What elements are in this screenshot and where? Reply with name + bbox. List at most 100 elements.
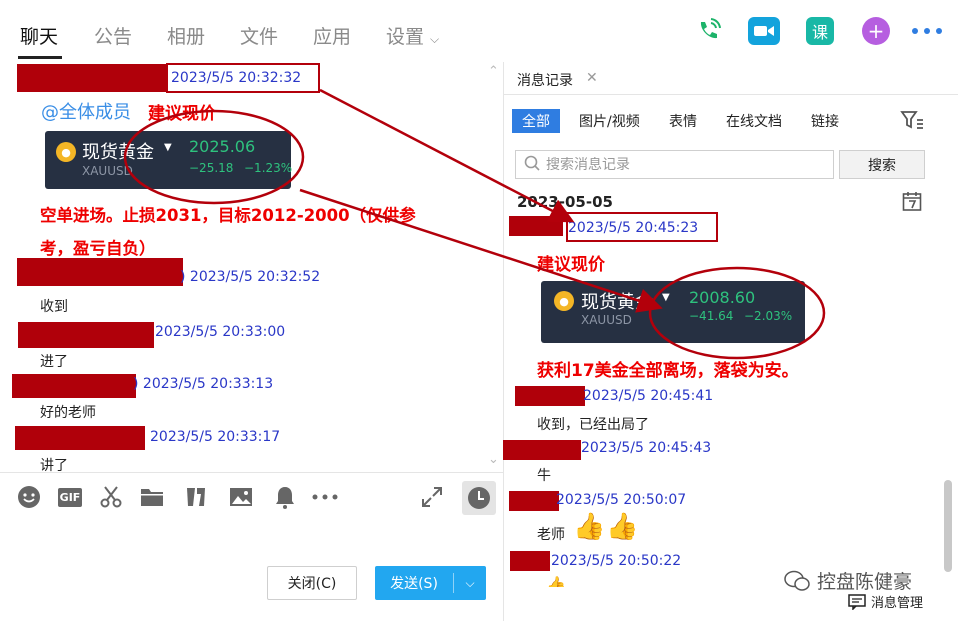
message-text: 收到 [40, 299, 68, 315]
name-fragment: ) [180, 269, 186, 285]
message-text: 收到，已经出局了 [537, 417, 649, 433]
quote-code: XAUUSD [82, 164, 133, 178]
redacted-name [15, 426, 145, 450]
mention-all[interactable]: @全体成员 [41, 98, 131, 124]
message-timestamp: 2023/5/5 20:33:00 [155, 324, 286, 340]
message-management-label: 消息管理 [871, 596, 924, 611]
scroll-up-icon[interactable]: ⌃ [488, 64, 499, 79]
search-input[interactable] [546, 156, 806, 173]
annotation-headline: 建议现价 [148, 104, 216, 124]
message-text: 牛 [537, 468, 551, 484]
chat-bubble-icon [848, 593, 866, 610]
bell-icon[interactable] [272, 484, 298, 510]
close-icon[interactable]: ✕ [586, 70, 598, 86]
wechat-icon [784, 570, 810, 591]
message-text: 进了 [40, 354, 68, 370]
message-timestamp: 2023/5/5 20:45:41 [583, 388, 714, 404]
message-text: 老师 [537, 527, 565, 543]
message-timestamp: 2023/5/5 20:45:43 [581, 440, 712, 456]
message-timestamp: 2023/5/5 20:45:23 [568, 220, 699, 236]
filter-links[interactable]: 链接 [811, 109, 839, 133]
search-icon [524, 155, 540, 175]
tab-settings-label: 设置 [386, 26, 425, 48]
filter-images-videos[interactable]: 图片/视频 [579, 109, 640, 133]
tab-album[interactable]: 相册 [167, 22, 205, 49]
message-timestamp: 2023/5/5 20:32:32 [171, 70, 302, 86]
tab-apps[interactable]: 应用 [313, 22, 351, 49]
search-field[interactable] [515, 150, 834, 179]
quote-name: 现货黄金 [581, 292, 653, 313]
name-fragment: ) [133, 376, 139, 392]
scissors-icon[interactable] [98, 484, 124, 510]
emoji-icon[interactable] [16, 484, 42, 510]
top-bar: 聊天 公告 相册 文件 应用 设置 ⌵ 课 + [0, 0, 958, 62]
thumbs-up-icon: 👍 [573, 512, 606, 542]
redacted-name [509, 491, 559, 511]
thumbs-up-icon: 👍 [606, 512, 639, 542]
gold-coin-icon: ● [554, 291, 574, 311]
send-button[interactable]: 发送(S) ⌵ [375, 566, 486, 600]
quote-percent: −2.03% [744, 309, 793, 323]
filter-funnel-icon[interactable] [900, 108, 924, 132]
filter-online-docs[interactable]: 在线文档 [726, 109, 782, 133]
tab-chat[interactable]: 聊天 [20, 22, 58, 49]
redacted-name [503, 440, 581, 460]
scroll-down-icon[interactable]: ⌄ [488, 452, 499, 467]
history-tab-divider [504, 94, 958, 95]
filter-stickers[interactable]: 表情 [669, 109, 697, 133]
caret-down-icon: ▼ [164, 142, 172, 153]
message-timestamp: ) 2023/5/5 20:32:52 [180, 269, 320, 285]
tab-message-history[interactable]: 消息记录 [517, 70, 573, 90]
chat-messages[interactable]: 2023/5/5 20:32:32 ⌃ @全体成员 建议现价 ● 现货黄金 ▼ … [0, 62, 503, 472]
history-scrollbar[interactable] [944, 480, 952, 572]
thumbs-up-icon: 👍 [546, 575, 566, 587]
timestamp-text: 2023/5/5 20:33:13 [142, 376, 274, 392]
search-button[interactable]: 搜索 [839, 150, 925, 179]
shake-icon[interactable] [183, 484, 209, 510]
video-call-icon[interactable] [748, 17, 780, 45]
quote-card[interactable]: ● 现货黄金 ▼ XAUUSD 2025.06 −25.18 −1.23% [45, 131, 293, 189]
chevron-down-icon[interactable]: ⌵ [454, 576, 486, 591]
calendar-icon[interactable] [902, 191, 922, 211]
close-button[interactable]: 关闭(C) [267, 566, 357, 600]
message-timestamp: 2023/5/5 20:50:07 [556, 492, 687, 508]
active-tab-indicator [18, 56, 62, 59]
chevron-down-icon: ⌵ [430, 32, 440, 46]
pane-divider[interactable] [503, 62, 504, 621]
tab-settings[interactable]: 设置 ⌵ [386, 22, 439, 49]
redacted-name [515, 386, 585, 406]
quote-name: 现货黄金 [82, 142, 154, 163]
annotation-headline: 建议现价 [537, 255, 605, 275]
quote-price: 2008.60 [689, 288, 756, 307]
redacted-name [12, 374, 136, 398]
quote-percent: −1.23% [244, 161, 293, 175]
send-label: 发送(S) [390, 576, 438, 592]
more-icon[interactable] [912, 28, 942, 36]
quote-price: 2025.06 [189, 137, 256, 156]
quote-code: XAUUSD [581, 313, 632, 327]
annotation-profit-note: 获利17美金全部离场，落袋为安。 [537, 361, 799, 381]
expand-icon[interactable] [419, 484, 445, 510]
history-icon[interactable] [462, 481, 496, 515]
image-icon[interactable] [228, 484, 254, 510]
timestamp-text: 2023/5/5 20:32:52 [189, 269, 321, 285]
message-timestamp: ) 2023/5/5 20:33:13 [133, 376, 273, 392]
message-timestamp: 2023/5/5 20:33:17 [150, 429, 281, 445]
watermark-text: 控盘陈健豪 [817, 571, 913, 593]
annotation-instruction-line2: 考，盈亏自负） [40, 239, 156, 258]
phone-icon[interactable] [694, 17, 722, 45]
quote-card[interactable]: ● 现货黄金 ▼ XAUUSD 2008.60 −41.64 −2.03% [541, 281, 805, 343]
filter-all[interactable]: 全部 [512, 109, 560, 133]
folder-icon[interactable] [139, 484, 165, 510]
redacted-name [509, 216, 563, 236]
more-icon[interactable] [311, 484, 339, 510]
add-icon[interactable]: + [862, 17, 890, 45]
message-timestamp: 2023/5/5 20:50:22 [551, 553, 682, 569]
tab-files[interactable]: 文件 [240, 22, 278, 49]
gif-icon[interactable]: GIF [56, 484, 84, 510]
course-icon[interactable]: 课 [806, 17, 834, 45]
tab-announcements[interactable]: 公告 [94, 22, 132, 49]
message-management-button[interactable]: 消息管理 [848, 592, 923, 611]
composer-divider [0, 472, 503, 473]
redacted-name [17, 258, 183, 286]
